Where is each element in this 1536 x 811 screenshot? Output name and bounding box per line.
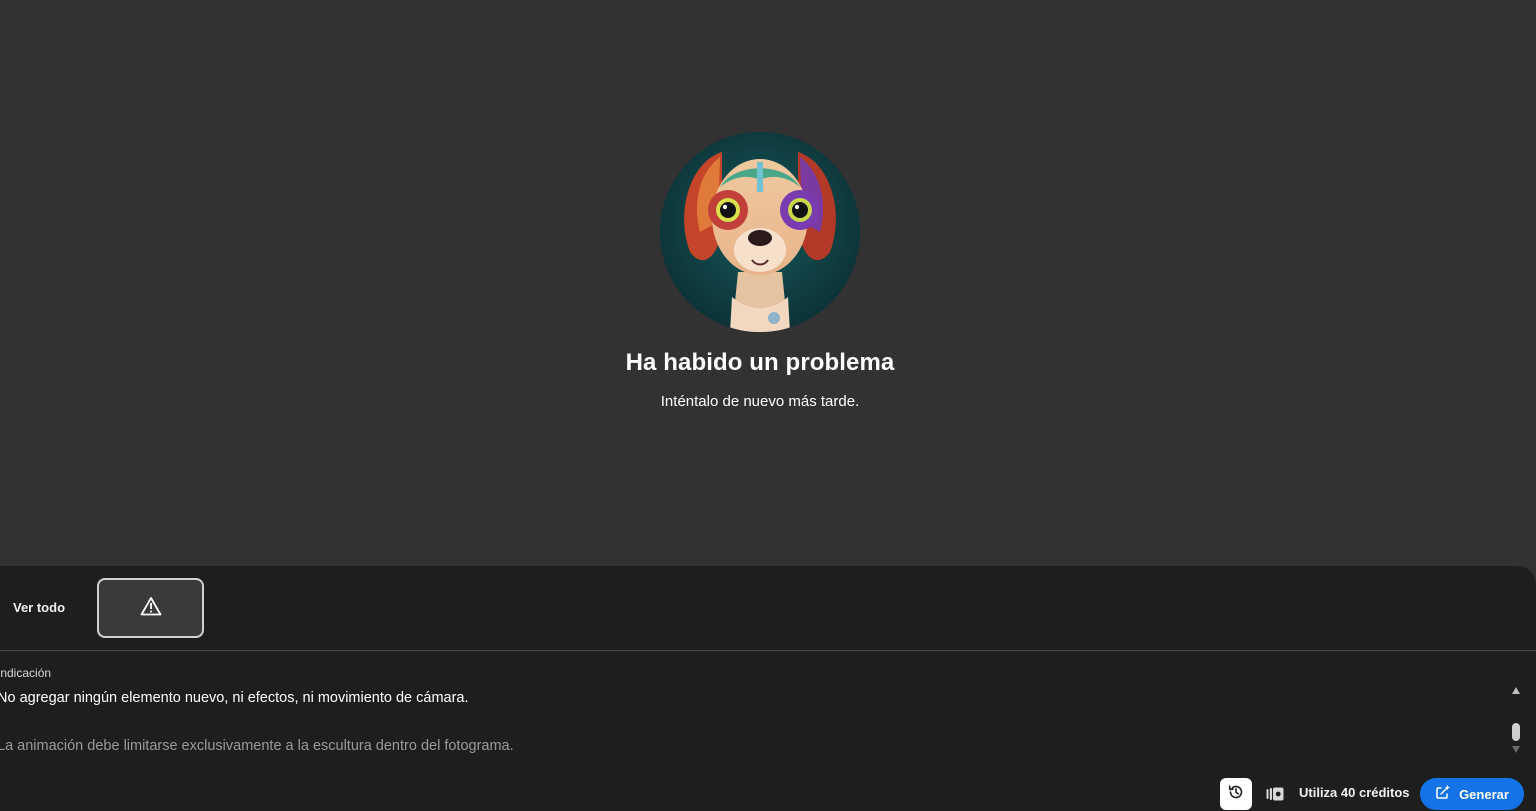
error-illustration-dog xyxy=(660,132,860,332)
error-message: Ha habido un problema Inténtalo de nuevo… xyxy=(0,132,1520,410)
error-title: Ha habido un problema xyxy=(625,349,895,376)
scroll-up-arrow-icon[interactable] xyxy=(1512,687,1520,694)
prompt-line-2: La animación debe limitarse exclusivamen… xyxy=(0,738,514,754)
generate-label: Generar xyxy=(1459,786,1509,802)
main-canvas: Ha habido un problema Inténtalo de nuevo… xyxy=(0,0,1536,566)
history-button[interactable] xyxy=(1220,778,1252,810)
prompt-label: Indicación xyxy=(0,666,52,680)
prompt-scrollbar[interactable] xyxy=(1510,687,1522,753)
history-icon xyxy=(1227,783,1245,806)
credits-icon xyxy=(1266,786,1284,802)
scroll-down-arrow-icon[interactable] xyxy=(1512,746,1520,753)
warning-icon xyxy=(140,596,162,621)
generation-thumbnail[interactable] xyxy=(97,578,204,638)
prompt-line-1: No agregar ningún elemento nuevo, ni efe… xyxy=(0,690,469,706)
error-subtitle: Inténtalo de nuevo más tarde. xyxy=(660,393,860,410)
generate-button[interactable]: Generar xyxy=(1420,778,1524,810)
generate-sparkle-icon xyxy=(1435,784,1451,805)
prompt-textarea[interactable]: No agregar ningún elemento nuevo, ni efe… xyxy=(0,686,1497,756)
prompt-panel: Ver todo Indicación No agregar ningún el… xyxy=(0,566,1536,811)
see-all-link[interactable]: Ver todo xyxy=(13,600,65,615)
divider xyxy=(0,650,1536,651)
scrollbar-thumb[interactable] xyxy=(1512,723,1520,741)
credits-label: Utiliza 40 créditos xyxy=(1299,785,1410,800)
